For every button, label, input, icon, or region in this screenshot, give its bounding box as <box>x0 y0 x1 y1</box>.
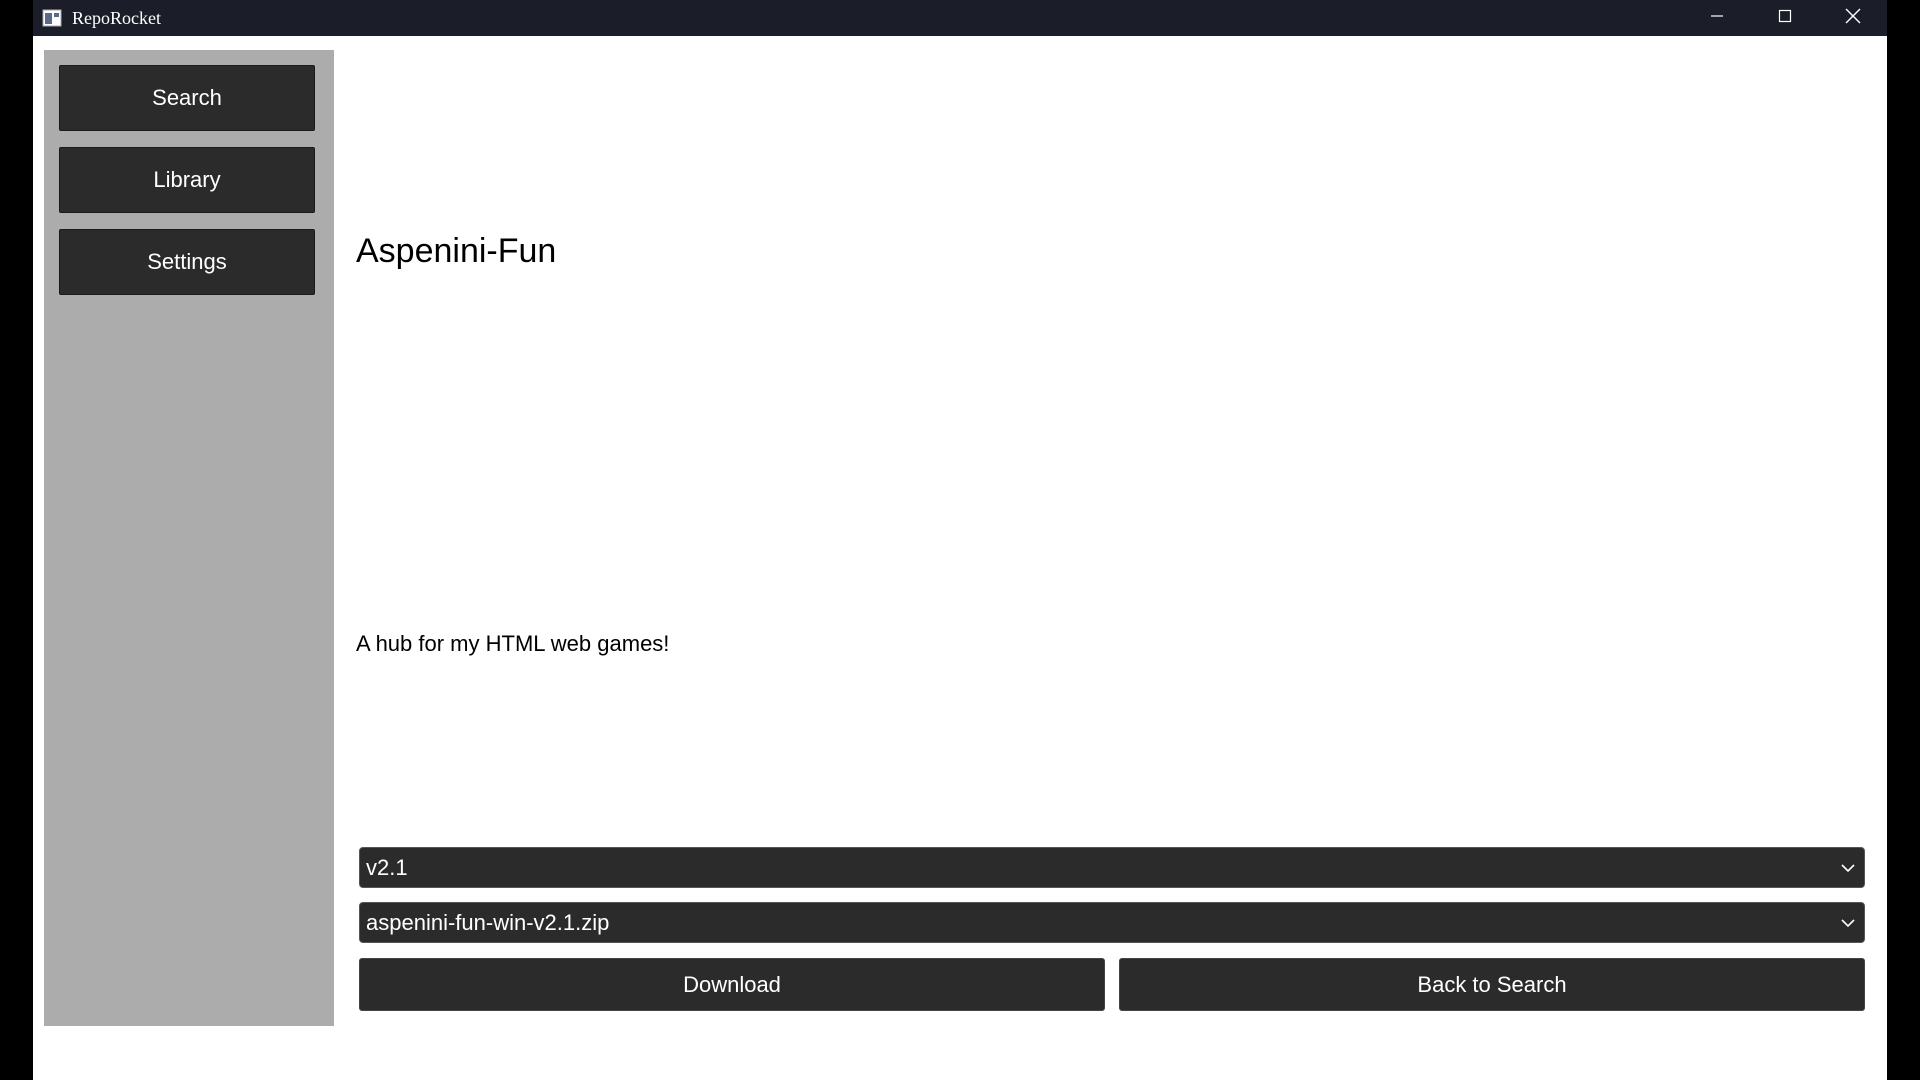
back-to-search-button[interactable]: Back to Search <box>1119 958 1865 1011</box>
sidebar: Search Library Settings <box>44 50 334 1026</box>
asset-select-value: aspenini-fun-win-v2.1.zip <box>366 909 610 935</box>
chevron-down-icon <box>1838 913 1858 933</box>
repo-description: A hub for my HTML web games! <box>356 631 670 656</box>
repo-title: Aspenini-Fun <box>356 232 557 270</box>
close-button[interactable] <box>1819 0 1887 36</box>
sidebar-item-settings[interactable]: Settings <box>59 229 315 295</box>
app-window-icon <box>42 9 62 27</box>
minimize-icon <box>1709 8 1725 29</box>
window-controls <box>1683 0 1887 36</box>
version-select[interactable]: v2.1 <box>359 847 1865 888</box>
version-select-value: v2.1 <box>366 854 408 880</box>
minimize-button[interactable] <box>1683 0 1751 36</box>
sidebar-item-search[interactable]: Search <box>59 65 315 131</box>
download-button[interactable]: Download <box>359 958 1105 1011</box>
maximize-button[interactable] <box>1751 0 1819 36</box>
close-icon <box>1844 7 1862 30</box>
app-window: RepoRocket Search Library Settings Aspen… <box>33 0 1887 1080</box>
chevron-down-icon <box>1838 858 1858 878</box>
sidebar-item-library[interactable]: Library <box>59 147 315 213</box>
asset-select[interactable]: aspenini-fun-win-v2.1.zip <box>359 902 1865 943</box>
maximize-icon <box>1777 8 1793 29</box>
title-bar[interactable]: RepoRocket <box>33 0 1887 36</box>
window-title: RepoRocket <box>72 7 161 28</box>
main-content: Search Library Settings Aspenini-Fun A h… <box>33 36 1887 1080</box>
